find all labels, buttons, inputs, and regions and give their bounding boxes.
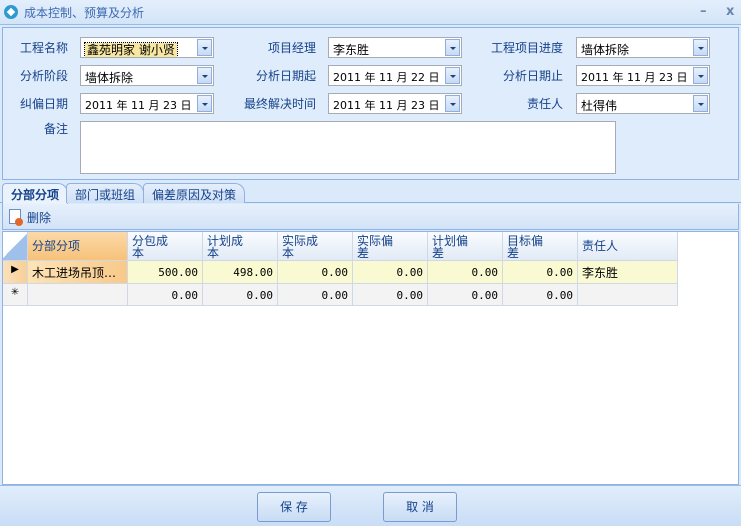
final-resolution-time-picker[interactable]: 2011 年 11 月 23 日 [328,93,462,114]
new-row-cell[interactable]: 0.00 [503,284,578,306]
column-header[interactable]: 分包成 本 [128,232,203,261]
analysis-date-start-value: 2011 年 11 月 22 日 [333,71,440,84]
dropdown-arrow-icon[interactable] [693,67,708,84]
cancel-button[interactable]: 取 消 [383,492,457,522]
column-header[interactable]: 实际偏 差 [353,232,428,261]
analysis-stage-label: 分析阶段 [19,69,68,83]
tab-deviation-causes[interactable]: 偏差原因及对策 [143,183,246,203]
close-button[interactable]: x [726,4,734,19]
table-cell[interactable]: 0.00 [353,261,428,284]
select-all-corner[interactable] [3,232,28,261]
correction-date-label: 纠偏日期 [19,97,68,111]
project-progress-value: 墙体拆除 [581,43,630,57]
project-progress-label: 工程项目进度 [490,41,563,55]
row-header[interactable]: ✳ [3,284,28,306]
new-row-cell[interactable]: 0.00 [278,284,353,306]
column-header[interactable]: 分部分项 [28,232,128,261]
analysis-date-end-value: 2011 年 11 月 23 日 [581,71,688,84]
delete-icon [9,209,23,226]
notes-label: 备注 [43,122,68,136]
responsible-label: 责任人 [526,97,563,111]
table-cell[interactable]: 0.00 [503,261,578,284]
project-manager-value: 李东胜 [333,43,370,57]
analysis-date-end-picker[interactable]: 2011 年 11 月 23 日 [576,65,710,86]
new-row-cell[interactable]: 0.00 [353,284,428,306]
analysis-stage-combo[interactable]: 墙体拆除 [80,65,214,86]
responsible-value: 杜得伟 [581,99,618,113]
dropdown-arrow-icon[interactable] [197,39,212,56]
table-cell[interactable]: 0.00 [278,261,353,284]
minimize-button[interactable]: – [700,4,707,19]
column-header[interactable]: 计划成 本 [203,232,278,261]
dropdown-arrow-icon[interactable] [445,95,460,112]
new-row-cell[interactable]: 0.00 [428,284,503,306]
analysis-date-start-picker[interactable]: 2011 年 11 月 22 日 [328,65,462,86]
column-header[interactable]: 实际成 本 [278,232,353,261]
toolbar: 删除 [2,204,739,230]
dropdown-arrow-icon[interactable] [445,67,460,84]
footer-bar [0,485,741,526]
title-bar: 成本控制、预算及分析 – x [0,0,741,25]
analysis-date-end-label: 分析日期止 [502,69,563,83]
final-resolution-time-label: 最终解决时间 [243,97,316,111]
tab-department-team[interactable]: 部门或班组 [66,183,145,203]
project-manager-label: 项目经理 [267,41,316,55]
dropdown-arrow-icon[interactable] [445,39,460,56]
dropdown-arrow-icon[interactable] [197,95,212,112]
app-logo-icon [4,5,18,19]
dropdown-arrow-icon[interactable] [693,39,708,56]
final-resolution-time-value: 2011 年 11 月 23 日 [333,99,440,112]
dropdown-arrow-icon[interactable] [197,67,212,84]
table-cell[interactable]: 0.00 [428,261,503,284]
row-header[interactable]: ▶ [3,261,28,284]
analysis-stage-value: 墙体拆除 [85,71,134,85]
column-header[interactable]: 责任人 [578,232,678,261]
column-header[interactable]: 计划偏 差 [428,232,503,261]
data-grid: 分部分项 分包成 本计划成 本实际成 本实际偏 差计划偏 差目标偏 差责任人 ▶ 木工… [2,231,739,485]
new-row-cell[interactable] [28,284,128,306]
table-cell[interactable]: 498.00 [203,261,278,284]
table-cell[interactable]: 木工进场吊顶… [28,261,128,284]
new-row-cell[interactable]: 0.00 [203,284,278,306]
correction-date-picker[interactable]: 2011 年 11 月 23 日 [80,93,214,114]
analysis-date-start-label: 分析日期起 [255,69,316,83]
correction-date-value: 2011 年 11 月 23 日 [85,99,192,112]
responsible-combo[interactable]: 杜得伟 [576,93,710,114]
delete-button[interactable]: 删除 [27,209,51,226]
new-row-cell[interactable] [578,284,678,306]
save-button[interactable]: 保 存 [257,492,331,522]
notes-textarea[interactable] [80,121,616,174]
project-name-label: 工程名称 [19,41,68,55]
table-cell[interactable]: 李东胜 [578,261,678,284]
dropdown-arrow-icon[interactable] [693,95,708,112]
column-header[interactable]: 目标偏 差 [503,232,578,261]
project-name-combo[interactable]: 鑫苑明家 谢小贤 [80,37,214,58]
tab-sub-items[interactable]: 分部分项 [2,183,69,204]
project-manager-combo[interactable]: 李东胜 [328,37,462,58]
project-name-value: 鑫苑明家 谢小贤 [84,42,178,57]
window-title: 成本控制、预算及分析 [24,6,145,20]
new-row-cell[interactable]: 0.00 [128,284,203,306]
project-progress-combo[interactable]: 墙体拆除 [576,37,710,58]
table-cell[interactable]: 500.00 [128,261,203,284]
